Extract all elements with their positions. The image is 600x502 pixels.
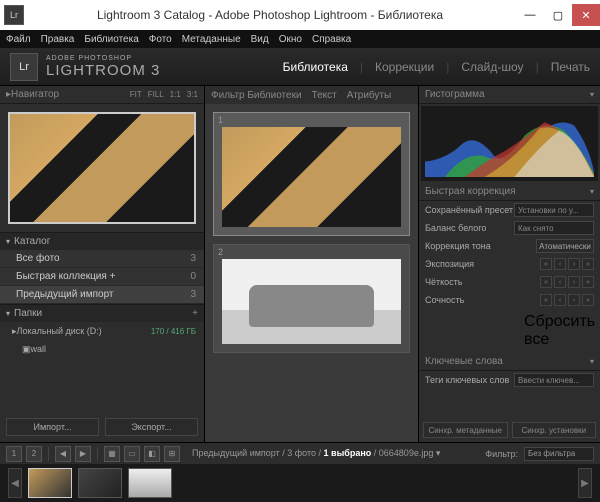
menu-item[interactable]: Справка bbox=[312, 34, 351, 45]
view-survey-icon[interactable]: ⊞ bbox=[164, 446, 180, 462]
import-button[interactable]: Импорт... bbox=[6, 418, 99, 436]
close-button[interactable]: ✕ bbox=[572, 4, 600, 26]
exposure-stepper[interactable]: «‹›» bbox=[540, 258, 594, 270]
menu-item[interactable]: Окно bbox=[279, 34, 302, 45]
status-text: Предыдущий импорт / 3 фото / 1 выбрано /… bbox=[192, 448, 440, 459]
menu-item[interactable]: Файл bbox=[6, 34, 31, 45]
catalog-item[interactable]: Предыдущий импорт3 bbox=[0, 286, 204, 304]
folder-item[interactable]: ▣ wall bbox=[0, 340, 204, 358]
add-folder-icon[interactable]: + bbox=[192, 308, 198, 319]
clarity-label: Чёткость bbox=[425, 277, 540, 287]
module-tab[interactable]: Слайд-шоу bbox=[461, 60, 523, 74]
view-loupe-icon[interactable]: ▭ bbox=[124, 446, 140, 462]
module-tab[interactable]: Библиотека bbox=[283, 60, 348, 74]
nav-back-icon[interactable]: ◀ bbox=[55, 446, 71, 462]
view-grid-icon[interactable]: ▦ bbox=[104, 446, 120, 462]
folder-drive[interactable]: ▸ Локальный диск (D:) 170 / 416 ГБ bbox=[0, 322, 204, 340]
filmstrip-next-button[interactable]: ▶ bbox=[578, 468, 592, 498]
vibrance-stepper[interactable]: «‹›» bbox=[540, 294, 594, 306]
filter-tab-attributes[interactable]: Атрибуты bbox=[347, 90, 391, 101]
menu-item[interactable]: Вид bbox=[251, 34, 269, 45]
menu-item[interactable]: Фото bbox=[149, 34, 172, 45]
window-title: Lightroom 3 Catalog - Adobe Photoshop Li… bbox=[24, 8, 516, 22]
filmstrip-prev-button[interactable]: ◀ bbox=[8, 468, 22, 498]
keywords-header[interactable]: Ключевые слова ▾ bbox=[419, 353, 600, 371]
histogram-display bbox=[421, 106, 598, 181]
tone-label: Коррекция тона bbox=[425, 241, 536, 251]
reset-all-button[interactable]: Сбросить все bbox=[524, 313, 594, 349]
page-prev-button[interactable]: 1 bbox=[6, 446, 22, 462]
filmstrip-thumb[interactable] bbox=[128, 468, 172, 498]
catalog-item[interactable]: Все фото3 bbox=[0, 250, 204, 268]
right-panel: Гистограмма ▾ Быстрая коррекция ▾ Сохран… bbox=[418, 86, 600, 442]
preset-select[interactable]: Установки по у... bbox=[514, 203, 594, 217]
page-next-button[interactable]: 2 bbox=[26, 446, 42, 462]
brand-label: ADOBE PHOTOSHOP bbox=[46, 55, 160, 62]
app-icon: Lr bbox=[4, 5, 24, 25]
window-titlebar: Lr Lightroom 3 Catalog - Adobe Photoshop… bbox=[0, 0, 600, 30]
thumbnail-image bbox=[222, 259, 401, 344]
view-compare-icon[interactable]: ◧ bbox=[144, 446, 160, 462]
filmstrip-thumb[interactable] bbox=[28, 468, 72, 498]
grid-cell[interactable]: 2 bbox=[213, 244, 410, 353]
navigator-preview[interactable] bbox=[0, 104, 204, 232]
logo-icon: Lr bbox=[10, 53, 38, 81]
module-tab[interactable]: Печать bbox=[551, 60, 590, 74]
product-label: LIGHTROOM 3 bbox=[46, 62, 160, 79]
maximize-button[interactable]: ▢ bbox=[544, 4, 572, 26]
grid-cell[interactable]: 1 bbox=[213, 112, 410, 236]
catalog-header[interactable]: ▾Каталог bbox=[0, 232, 204, 250]
menu-item[interactable]: Правка bbox=[41, 34, 75, 45]
thumbnail-image bbox=[222, 127, 401, 227]
navigator-zoom-options[interactable]: FITFILL1:13:1 bbox=[130, 90, 198, 99]
nav-fwd-icon[interactable]: ▶ bbox=[75, 446, 91, 462]
filter-select[interactable]: Без фильтра bbox=[524, 447, 594, 461]
sync-settings-button[interactable]: Синхр. установки bbox=[512, 422, 597, 438]
folders-header[interactable]: ▾Папки + bbox=[0, 304, 204, 322]
module-picker: Библиотека|Коррекции|Слайд-шоу|Печать bbox=[283, 60, 590, 74]
filter-tab-text[interactable]: Текст bbox=[312, 90, 337, 101]
export-button[interactable]: Экспорт... bbox=[105, 418, 198, 436]
vibrance-label: Сочность bbox=[425, 295, 540, 305]
wb-label: Баланс белого bbox=[425, 223, 514, 233]
module-tab[interactable]: Коррекции bbox=[375, 60, 434, 74]
filter-label: Фильтр: bbox=[485, 449, 518, 459]
exposure-label: Экспозиция bbox=[425, 259, 540, 269]
navigator-header[interactable]: ▸ Навигатор FITFILL1:13:1 bbox=[0, 86, 204, 104]
library-filter-bar: Фильтр Библиотеки Текст Атрибуты bbox=[205, 86, 418, 104]
menu-item[interactable]: Библиотека bbox=[84, 34, 138, 45]
filmstrip: ◀ ▶ bbox=[0, 464, 600, 502]
wb-select[interactable]: Как снято bbox=[514, 221, 594, 235]
sync-metadata-button[interactable]: Синхр. метаданные bbox=[423, 422, 508, 438]
auto-tone-button[interactable]: Атоматически bbox=[536, 239, 594, 253]
keyword-tags-label: Теги ключевых слов bbox=[425, 375, 514, 385]
catalog-item[interactable]: Быстрая коллекция +0 bbox=[0, 268, 204, 286]
navigator-image bbox=[8, 112, 196, 224]
menu-bar: Файл Правка Библиотека Фото Метаданные Вид Окн… bbox=[0, 30, 600, 48]
catalog-list: Все фото3Быстрая коллекция +0Предыдущий … bbox=[0, 250, 204, 304]
center-panel: Фильтр Библиотеки Текст Атрибуты 1 2 bbox=[205, 86, 418, 442]
keyword-tags-input[interactable]: Ввести ключев... bbox=[514, 373, 594, 387]
filmstrip-thumb[interactable] bbox=[78, 468, 122, 498]
left-panel: ▸ Навигатор FITFILL1:13:1 ▾Каталог Все ф… bbox=[0, 86, 205, 442]
toolbar: 1 2 ◀ ▶ ▦ ▭ ◧ ⊞ Предыдущий импорт / 3 фо… bbox=[0, 442, 600, 464]
histogram-header[interactable]: Гистограмма ▾ bbox=[419, 86, 600, 104]
minimize-button[interactable]: — bbox=[516, 4, 544, 26]
clarity-stepper[interactable]: «‹›» bbox=[540, 276, 594, 288]
app-header: Lr ADOBE PHOTOSHOP LIGHTROOM 3 Библиотек… bbox=[0, 48, 600, 86]
quickdev-header[interactable]: Быстрая коррекция ▾ bbox=[419, 183, 600, 201]
preset-label: Сохранённый пресет bbox=[425, 205, 514, 215]
menu-item[interactable]: Метаданные bbox=[182, 34, 241, 45]
